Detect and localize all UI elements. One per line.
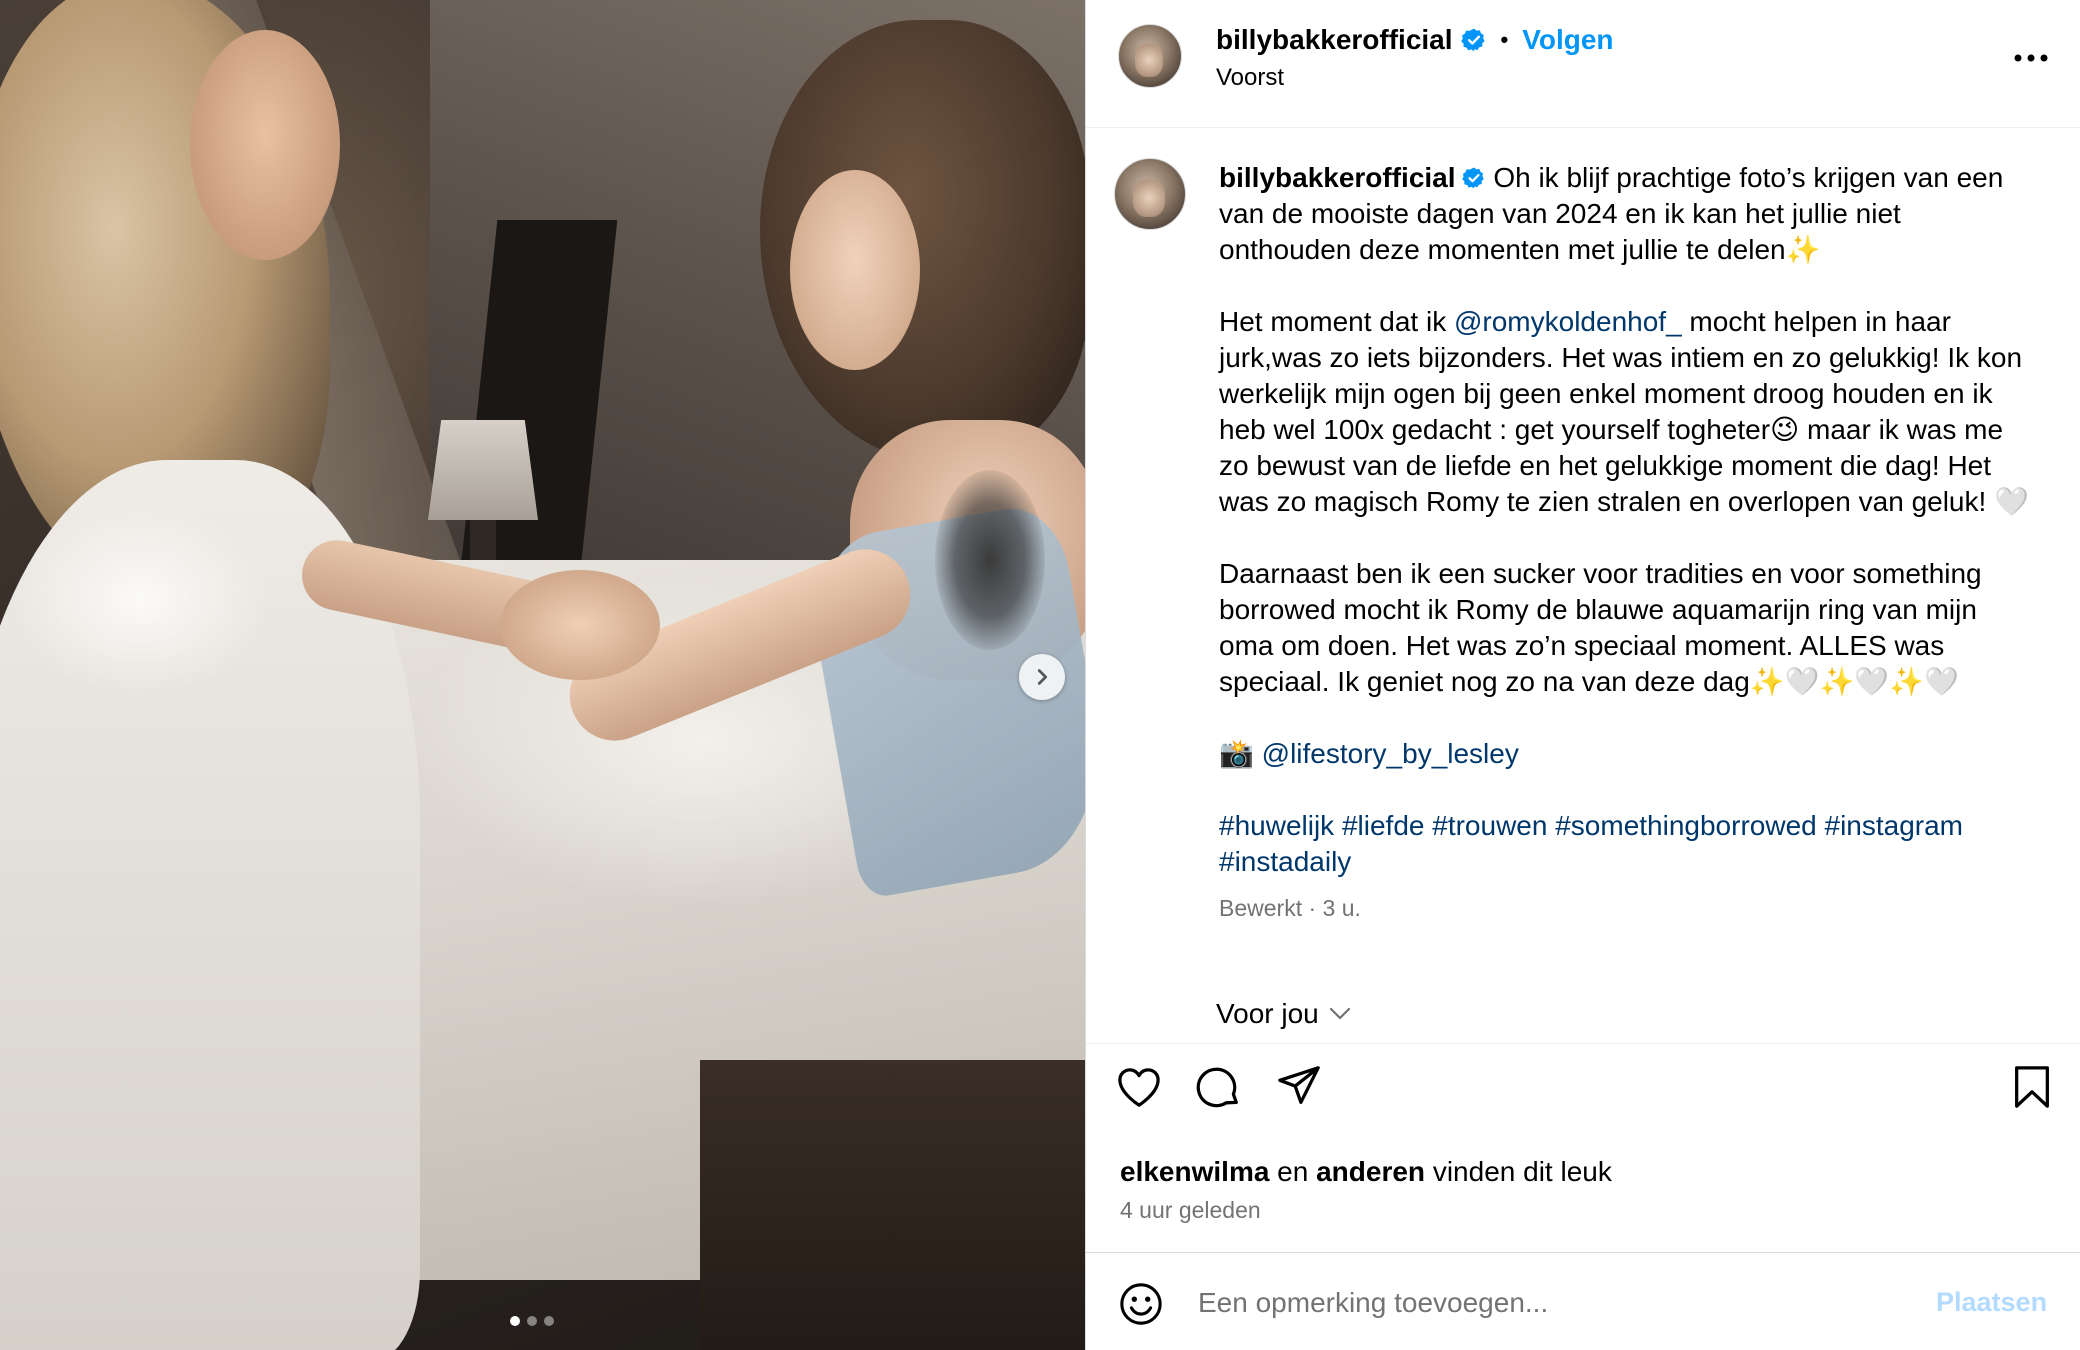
chevron-right-icon	[1037, 669, 1048, 685]
caption-meta: Bewerkt · 3 u.	[1219, 895, 1361, 921]
for-you-dropdown[interactable]: Voor jou	[1216, 998, 1351, 1030]
hashtag-link[interactable]: #instadaily	[1219, 846, 1351, 877]
post-location[interactable]: Voorst	[1216, 64, 1284, 92]
mention-link[interactable]: @romykoldenhof_	[1454, 306, 1682, 337]
carousel-dot	[510, 1316, 520, 1326]
save-button[interactable]	[2009, 1064, 2055, 1110]
photo-floor	[700, 1060, 1085, 1350]
hashtag-link[interactable]: #liefde	[1342, 810, 1425, 841]
caption-hashtags: #huwelijk #liefde #trouwen #somethingbor…	[1219, 808, 2029, 880]
like-button[interactable]	[1116, 1064, 1162, 1110]
hashtag-link[interactable]: #trouwen	[1432, 810, 1547, 841]
post-side-panel: billybakkerofficial • Volgen Voorst bill…	[1085, 0, 2080, 1350]
share-icon	[1278, 1066, 1320, 1104]
photo-bride-face	[190, 30, 340, 260]
comment-icon	[1196, 1067, 1238, 1108]
camera-emoji: 📸	[1219, 738, 1262, 769]
likes-others-link[interactable]: anderen	[1316, 1156, 1425, 1187]
heart-icon	[1118, 1068, 1160, 1107]
carousel-next-button[interactable]	[1019, 654, 1065, 700]
comment-bar: Plaatsen	[1086, 1252, 2080, 1350]
comment-input[interactable]	[1196, 1279, 1900, 1327]
caption-author-avatar[interactable]	[1114, 158, 1186, 230]
carousel-dot	[527, 1316, 537, 1326]
likes-suffix: vinden dit leuk	[1425, 1156, 1612, 1187]
comment-button[interactable]	[1196, 1064, 1242, 1110]
caption-username[interactable]: billybakkerofficial	[1219, 162, 1456, 193]
instagram-post-view: billybakkerofficial • Volgen Voorst bill…	[0, 0, 2080, 1350]
post-actions-bar	[1086, 1043, 2080, 1123]
header-user-line: billybakkerofficial • Volgen	[1216, 24, 1614, 56]
post-header: billybakkerofficial • Volgen Voorst	[1086, 0, 2080, 128]
photographer-mention-link[interactable]: @lifestory_by_lesley	[1262, 738, 1519, 769]
emoji-icon	[1120, 1283, 1162, 1325]
post-comment-button[interactable]: Plaatsen	[1936, 1287, 2047, 1318]
likes-summary: elkenwilma en anderen vinden dit leuk	[1120, 1156, 1612, 1188]
verified-badge-icon	[1460, 27, 1487, 53]
share-button[interactable]	[1276, 1064, 1322, 1110]
caption-section: billybakkerofficial Oh ik blijf prachtig…	[1086, 128, 2080, 1043]
for-you-label: Voor jou	[1216, 998, 1319, 1029]
likes-connector: en	[1269, 1156, 1317, 1187]
photo-tattoo	[935, 470, 1045, 650]
post-photo[interactable]	[0, 0, 1085, 1350]
emoji-picker-button[interactable]	[1118, 1281, 1164, 1327]
author-avatar[interactable]	[1118, 24, 1182, 88]
chevron-down-icon	[1329, 1007, 1350, 1020]
follow-button[interactable]: Volgen	[1522, 24, 1613, 56]
photo-friend-face	[790, 170, 920, 370]
verified-badge-icon	[1461, 166, 1486, 190]
more-options-button[interactable]	[2011, 38, 2051, 78]
photo-hands-ring	[500, 570, 660, 680]
caption-paragraph-3: Daarnaast ben ik een sucker voor traditi…	[1219, 558, 1982, 697]
header-separator: •	[1500, 27, 1509, 52]
hashtag-link[interactable]: #instagram	[1825, 810, 1964, 841]
hashtag-link[interactable]: #somethingborrowed	[1555, 810, 1817, 841]
post-caption: billybakkerofficial Oh ik blijf prachtig…	[1219, 160, 2029, 926]
caption-text-2b: mocht helpen in haar jurk,was zo iets bi…	[1219, 306, 2029, 517]
post-timestamp[interactable]: 4 uur geleden	[1120, 1197, 1261, 1224]
hashtag-link[interactable]: #huwelijk	[1219, 810, 1334, 841]
author-username[interactable]: billybakkerofficial	[1216, 24, 1453, 56]
more-options-icon	[2014, 54, 2048, 62]
carousel-indicator	[510, 1316, 554, 1326]
photo-lamp	[428, 420, 538, 520]
liker-username[interactable]: elkenwilma	[1120, 1156, 1269, 1187]
caption-paragraph-2: Het moment dat ik @romykoldenhof_ mocht …	[1219, 304, 2029, 520]
bookmark-icon	[2015, 1066, 2049, 1108]
caption-text-2a: Het moment dat ik	[1219, 306, 1454, 337]
caption-paragraph-4: 📸 @lifestory_by_lesley	[1219, 736, 2029, 772]
caption-paragraph-1: billybakkerofficial Oh ik blijf prachtig…	[1219, 160, 2029, 268]
carousel-dot	[544, 1316, 554, 1326]
